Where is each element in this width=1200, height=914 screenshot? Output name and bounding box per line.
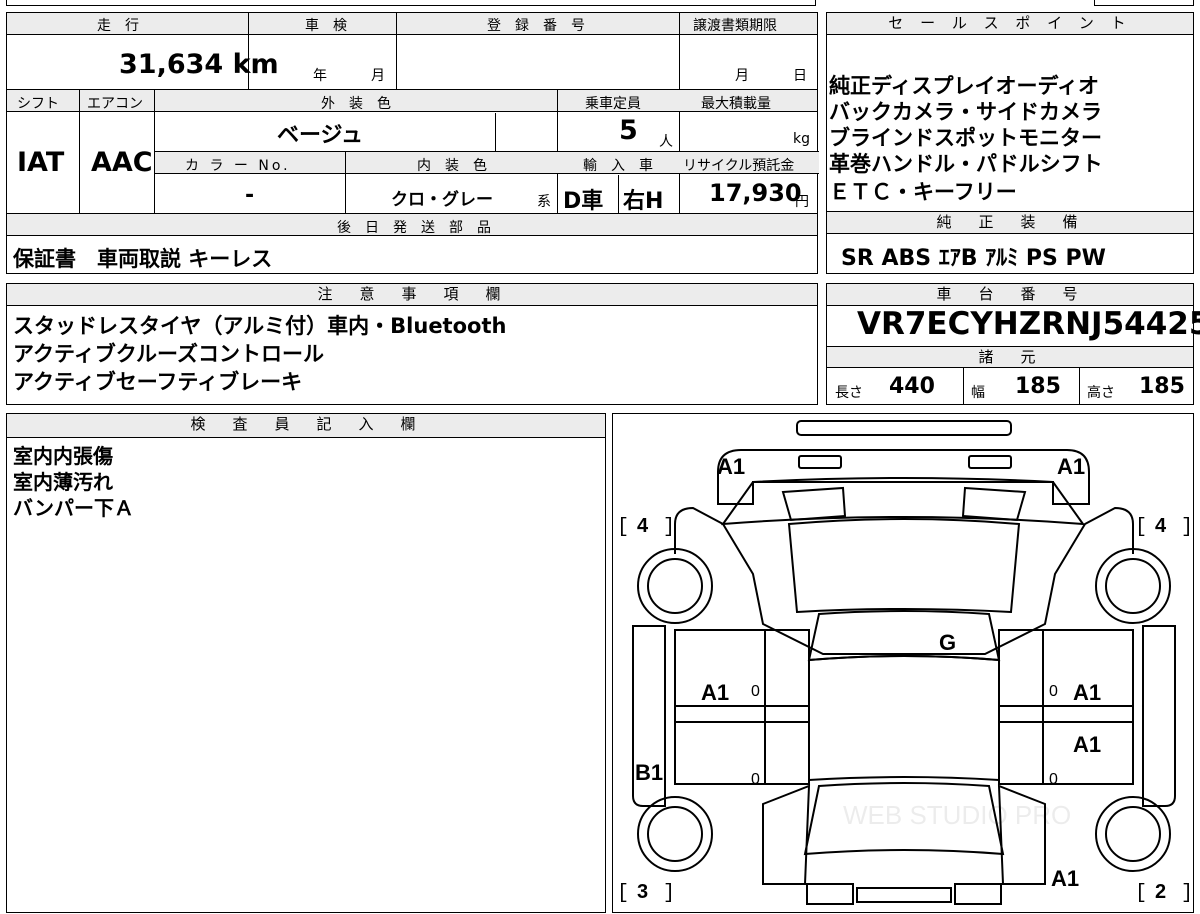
- sales-point-1: 純正ディスプレイオーディオ: [829, 74, 1100, 98]
- interior-value: クロ・グレー: [391, 190, 493, 210]
- mark-tire-fr: 4: [1155, 515, 1167, 537]
- zero-mark-1: 0: [751, 683, 760, 700]
- capacity-label: 乗車定員: [585, 96, 641, 112]
- height-value: 185: [1139, 374, 1185, 399]
- shift-value: IAT: [17, 147, 65, 178]
- sales-points-box: セ ー ル ス ポ イ ン ト 純正ディスプレイオーディオ バックカメラ・サイド…: [826, 12, 1194, 212]
- chassis-title: 車 台 番 号: [827, 284, 1193, 306]
- svg-text:[: [: [1135, 516, 1147, 539]
- shift-label: シフト: [17, 96, 59, 112]
- sales-point-2: バックカメラ・サイドカメラ: [829, 100, 1102, 124]
- note-line-2: アクティブクルーズコントロール: [13, 342, 325, 366]
- sales-points-title: セ ー ル ス ポ イ ン ト: [827, 13, 1193, 35]
- zero-mark-2: 0: [1049, 683, 1058, 700]
- length-value: 440: [889, 374, 935, 399]
- import-label: 輸 入 車: [583, 158, 653, 174]
- zero-mark-4: 0: [1049, 771, 1058, 788]
- doc-day: 日: [793, 68, 807, 84]
- interior-label: 内 装 色: [417, 158, 487, 174]
- top-strip: [6, 0, 816, 6]
- length-label: 長さ: [835, 385, 863, 401]
- top-strip-right: [1094, 0, 1194, 6]
- chassis-box: 車 台 番 号 VR7ECYHZRNJ544257 諸 元 長さ 440 幅 1…: [826, 283, 1200, 405]
- equipment-title: 純 正 装 備: [827, 212, 1193, 234]
- doc-month: 月: [735, 68, 749, 84]
- registration-label: 登 録 番 号: [487, 18, 585, 34]
- svg-text:[: [: [617, 882, 629, 905]
- later-parts-title: 後 日 発 送 部 品: [337, 220, 491, 236]
- inspector-title: 検 査 員 記 入 欄: [7, 414, 605, 438]
- shaken-month: 月: [371, 68, 385, 84]
- capacity-unit: 人: [659, 134, 673, 150]
- recycle-unit: 円: [795, 194, 809, 210]
- doc-deadline-label: 譲渡書類期限: [693, 18, 777, 34]
- watermark: WEB STUDIO PRO: [843, 800, 1071, 830]
- zero-mark-3: 0: [751, 771, 760, 788]
- recycle-value: 17,930: [709, 179, 802, 207]
- notes-box: 注 意 事 項 欄 スタッドレスタイヤ（アルミ付）車内・Bluetooth アク…: [6, 283, 818, 405]
- later-parts-value: 保証書 車両取説 キーレス: [13, 247, 273, 271]
- width-label: 幅: [971, 385, 985, 401]
- mark-right-rear-door: A1: [1073, 732, 1101, 757]
- equipment-box: 純 正 装 備 SR ABS ｴｱB ｱﾙﾐ PS PW: [826, 212, 1194, 274]
- aircon-value: AAC: [91, 147, 153, 178]
- car-diagram-box: A1 A1 G A1 A1 A1 B1 A1 [ 4 ] [ 4 ] [ 3 ]…: [612, 413, 1194, 913]
- maxload-unit: kg: [793, 131, 810, 147]
- chassis-number: VR7ECYHZRNJ544257: [857, 306, 1200, 342]
- svg-text:]: ]: [663, 516, 675, 539]
- aircon-label: エアコン: [87, 96, 143, 112]
- exterior-label: 外 装 色: [321, 96, 391, 112]
- mark-left-sill: B1: [635, 760, 663, 785]
- mileage-value: 31,634 km: [119, 49, 279, 80]
- maxload-label: 最大積載量: [701, 96, 771, 112]
- svg-text:[: [: [617, 516, 629, 539]
- colorno-label: カ ラ ー No.: [185, 158, 291, 174]
- mark-front-right: A1: [1057, 454, 1085, 479]
- sales-point-5: ＥＴＣ・キーフリー: [829, 180, 1017, 204]
- sales-point-4: 革巻ハンドル・パドルシフト: [829, 152, 1103, 176]
- mark-right-front-door: A1: [1073, 680, 1101, 705]
- width-value: 185: [1015, 374, 1061, 399]
- notes-title: 注 意 事 項 欄: [7, 284, 817, 306]
- svg-text:]: ]: [1181, 882, 1193, 905]
- import-value-rh: 右H: [623, 189, 664, 214]
- mark-rear-right: A1: [1051, 866, 1079, 891]
- exterior-value: ベージュ: [277, 123, 364, 148]
- inspector-box: 検 査 員 記 入 欄 室内内張傷 室内薄汚れ バンパー下Ａ: [6, 413, 606, 913]
- car-diagram: A1 A1 G A1 A1 A1 B1 A1 [ 4 ] [ 4 ] [ 3 ]…: [617, 420, 1193, 905]
- height-label: 高さ: [1087, 385, 1115, 401]
- capacity-value: 5: [619, 115, 638, 146]
- mark-front-left: A1: [717, 454, 745, 479]
- summary-table: 走 行 車 検 登 録 番 号 譲渡書類期限 31,634 km 年 月 月 日…: [6, 12, 819, 274]
- svg-text:]: ]: [663, 882, 675, 905]
- note-line-1: スタッドレスタイヤ（アルミ付）車内・Bluetooth: [13, 314, 507, 338]
- svg-text:[: [: [1135, 882, 1147, 905]
- sales-point-3: ブラインドスポットモニター: [829, 126, 1102, 150]
- svg-text:]: ]: [1181, 516, 1193, 539]
- mark-tire-fl: 4: [637, 515, 649, 537]
- mileage-label: 走 行: [97, 18, 139, 34]
- specs-title: 諸 元: [827, 346, 1193, 368]
- shaken-label: 車 検: [305, 18, 347, 34]
- colorno-value: -: [245, 183, 255, 208]
- mark-windshield: G: [939, 630, 956, 655]
- inspector-line-3: バンパー下Ａ: [13, 496, 134, 520]
- mark-left-front-door: A1: [701, 680, 729, 705]
- import-value-d: D車: [563, 189, 604, 214]
- inspector-line-2: 室内薄汚れ: [13, 470, 113, 494]
- note-line-3: アクティブセーフティブレーキ: [13, 370, 303, 394]
- recycle-label: リサイクル預託金: [683, 158, 795, 174]
- interior-suffix: 系: [537, 194, 551, 210]
- shaken-year: 年: [313, 68, 327, 84]
- equipment-value: SR ABS ｴｱB ｱﾙﾐ PS PW: [841, 246, 1106, 271]
- inspector-line-1: 室内内張傷: [13, 444, 113, 468]
